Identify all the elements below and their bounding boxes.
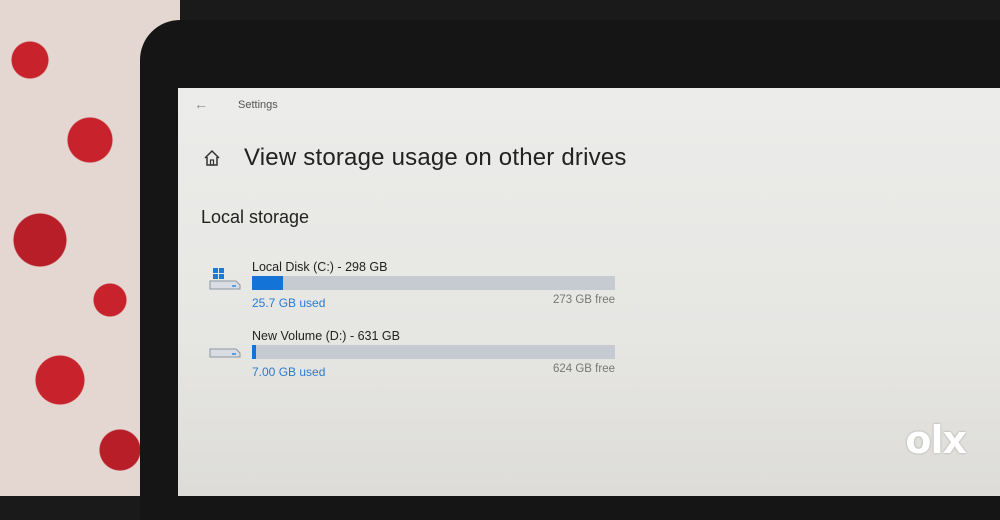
drive-name: New Volume (D:) - 631 GB (252, 329, 400, 343)
drive-icon (209, 348, 241, 358)
olx-watermark: olx (905, 418, 967, 462)
used-space-text: 25.7 GB used (252, 296, 326, 310)
home-icon[interactable] (202, 148, 222, 168)
drive-c[interactable]: Local Disk (C:) - 298 GB 25.7 GB used 27… (208, 260, 628, 320)
app-title: Settings (238, 99, 278, 111)
title-bar: ← Settings (178, 88, 1000, 122)
section-title-local-storage: Local storage (201, 207, 310, 227)
used-space-text: 7.00 GB used (252, 365, 326, 379)
free-space-text: 624 GB free (552, 363, 615, 375)
drive-name: Local Disk (C:) - 298 GB (252, 260, 388, 274)
olx-logo: olx (905, 418, 967, 462)
storage-bar-fill (252, 345, 256, 359)
windows-drive-icon (209, 268, 241, 290)
back-arrow-icon[interactable]: ← (194, 96, 208, 112)
settings-window: ← Settings View storage usage on other d… (178, 88, 1000, 496)
page-title: View storage usage on other drives (244, 144, 627, 171)
free-space-text: 273 GB free (552, 294, 615, 306)
storage-bar-fill (252, 276, 284, 290)
drive-d[interactable]: New Volume (D:) - 631 GB 7.00 GB used 62… (208, 329, 628, 389)
storage-bar (252, 345, 615, 359)
storage-bar (252, 276, 615, 290)
